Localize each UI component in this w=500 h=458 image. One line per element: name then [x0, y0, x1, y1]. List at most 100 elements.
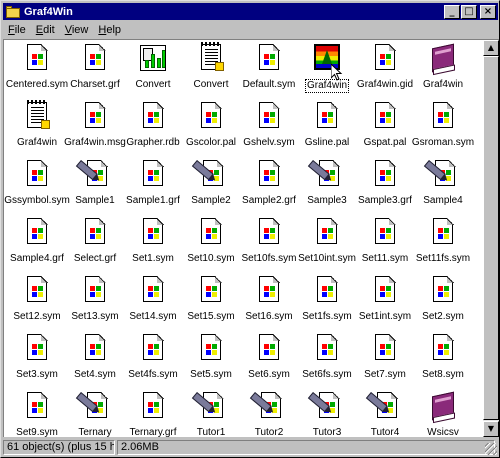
- file-item[interactable]: Set4.sym: [66, 330, 124, 388]
- file-item[interactable]: Gsline.pal: [298, 98, 356, 156]
- file-item[interactable]: Graf4win: [298, 40, 356, 98]
- title-bar[interactable]: Graf4Win _ □ ×: [3, 3, 498, 20]
- file-item[interactable]: Set3.sym: [8, 330, 66, 388]
- file-label: Set1fs.sym: [302, 311, 352, 322]
- file-item[interactable]: Centered.sym: [6, 40, 68, 98]
- file-label: Set7.sym: [364, 369, 406, 380]
- close-button[interactable]: ×: [480, 4, 496, 19]
- file-item[interactable]: Select.grf: [66, 214, 124, 272]
- file-item[interactable]: Set11fs.sym: [414, 214, 472, 272]
- file-label: Set2.sym: [422, 311, 464, 322]
- file-label: Set10int.sym: [298, 253, 356, 264]
- file-item[interactable]: Set2.sym: [414, 272, 472, 330]
- file-label: Set13.sym: [71, 311, 119, 322]
- menu-view[interactable]: View: [60, 24, 94, 36]
- minimize-button[interactable]: _: [444, 4, 460, 19]
- file-item[interactable]: Set12.sym: [8, 272, 66, 330]
- script-icon: [191, 158, 227, 190]
- file-list-view[interactable]: Centered.sym Charset.grf Convert Convert Def…: [3, 39, 483, 437]
- file-item[interactable]: Sample1: [66, 156, 124, 214]
- file-item[interactable]: Set6fs.sym: [298, 330, 356, 388]
- file-item[interactable]: Set10int.sym: [298, 214, 356, 272]
- file-item[interactable]: Convert: [182, 40, 240, 98]
- file-item[interactable]: Graf4win.msg: [64, 98, 126, 156]
- file-item[interactable]: Tutor2: [240, 388, 298, 437]
- file-item[interactable]: Set6.sym: [240, 330, 298, 388]
- file-item[interactable]: Graf4win: [414, 40, 472, 98]
- file-label: Set11.sym: [361, 253, 409, 264]
- file-item[interactable]: Tutor4: [356, 388, 414, 437]
- file-item[interactable]: Sample2: [182, 156, 240, 214]
- resize-grip[interactable]: [485, 443, 497, 455]
- file-item[interactable]: Set11.sym: [356, 214, 414, 272]
- maximize-button[interactable]: □: [461, 4, 477, 19]
- file-item[interactable]: Set16.sym: [240, 272, 298, 330]
- file-item[interactable]: Set1.sym: [124, 214, 182, 272]
- file-label: Set14.sym: [129, 311, 177, 322]
- file-item[interactable]: Default.sym: [240, 40, 298, 98]
- file-label: Set5.sym: [190, 369, 232, 380]
- file-item[interactable]: Sample1.grf: [124, 156, 182, 214]
- file-item[interactable]: Ternary: [66, 388, 124, 437]
- help-book-icon: [427, 390, 459, 422]
- file-item[interactable]: Gshelv.sym: [240, 98, 298, 156]
- file-item[interactable]: Graf4win: [8, 98, 66, 156]
- file-item[interactable]: Gscolor.pal: [182, 98, 240, 156]
- file-item[interactable]: Set1int.sym: [356, 272, 414, 330]
- status-object-count: 61 object(s) (plus 15 hidden): [3, 440, 115, 455]
- file-label: Tutor2: [254, 427, 284, 437]
- file-item[interactable]: Ternary.grf: [124, 388, 182, 437]
- document-icon: [311, 100, 343, 132]
- menu-edit[interactable]: Edit: [31, 24, 60, 36]
- file-item[interactable]: Sample3: [298, 156, 356, 214]
- vertical-scrollbar[interactable]: ▲ ▼: [483, 39, 499, 437]
- file-label: Select.grf: [73, 253, 117, 264]
- scroll-up-button[interactable]: ▲: [483, 40, 499, 56]
- menu-help[interactable]: Help: [93, 24, 126, 36]
- document-icon: [137, 274, 169, 306]
- file-item[interactable]: Set13.sym: [66, 272, 124, 330]
- file-item[interactable]: Set15.sym: [182, 272, 240, 330]
- file-item[interactable]: Gsroman.sym: [412, 98, 474, 156]
- file-item[interactable]: Grapher.rdb: [124, 98, 182, 156]
- file-item[interactable]: Convert: [124, 40, 182, 98]
- status-bar: 61 object(s) (plus 15 hidden) 2.06MB: [3, 439, 498, 456]
- scroll-down-button[interactable]: ▼: [483, 421, 499, 437]
- file-item[interactable]: Charset.grf: [66, 40, 124, 98]
- status-total-size: 2.06MB: [117, 440, 495, 455]
- file-item[interactable]: Sample3.grf: [356, 156, 414, 214]
- file-item[interactable]: Set7.sym: [356, 330, 414, 388]
- file-item[interactable]: Tutor3: [298, 388, 356, 437]
- scroll-thumb[interactable]: [483, 56, 499, 420]
- file-item[interactable]: Tutor1: [182, 388, 240, 437]
- file-label: Graf4win.gid: [356, 79, 414, 90]
- file-label: Gssymbol.sym: [4, 195, 70, 206]
- file-item[interactable]: Gspat.pal: [356, 98, 414, 156]
- file-label: Graf4win.msg: [64, 137, 126, 148]
- file-item[interactable]: Sample4: [414, 156, 472, 214]
- file-label: Sample2: [191, 195, 231, 206]
- menu-file[interactable]: File: [3, 24, 31, 36]
- file-item[interactable]: Set4fs.sym: [124, 330, 182, 388]
- file-item[interactable]: Set1fs.sym: [298, 272, 356, 330]
- file-label: Set4.sym: [74, 369, 116, 380]
- file-item[interactable]: Sample2.grf: [240, 156, 298, 214]
- script-icon: [307, 390, 343, 422]
- file-item[interactable]: Set5.sym: [182, 330, 240, 388]
- file-item[interactable]: Gssymbol.sym: [4, 156, 70, 214]
- file-item[interactable]: Set10fs.sym: [240, 214, 298, 272]
- file-item[interactable]: Set9.sym: [8, 388, 66, 437]
- document-icon: [195, 332, 227, 364]
- file-label: Set10.sym: [187, 253, 235, 264]
- file-item[interactable]: Sample4.grf: [8, 214, 66, 272]
- file-item[interactable]: Set8.sym: [414, 330, 472, 388]
- file-item[interactable]: Graf4win.gid: [356, 40, 414, 98]
- file-item[interactable]: Wsicsv: [414, 388, 472, 437]
- notepad-icon: [21, 100, 53, 132]
- file-label: Set10fs.sym: [241, 253, 297, 264]
- mouse-pointer-icon: [331, 64, 343, 82]
- file-item[interactable]: Set10.sym: [182, 214, 240, 272]
- file-item[interactable]: Set14.sym: [124, 272, 182, 330]
- document-icon: [253, 274, 285, 306]
- file-label: Gsline.pal: [304, 137, 350, 148]
